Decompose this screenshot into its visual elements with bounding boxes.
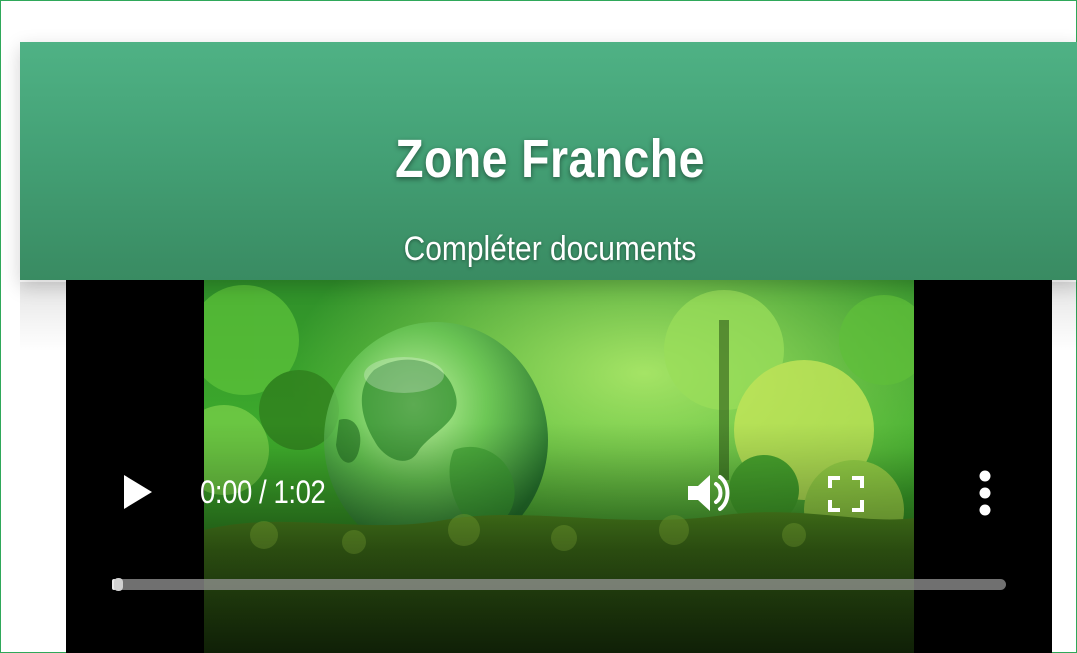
page-header: Zone Franche Compléter documents xyxy=(20,42,1077,280)
controls-overlay xyxy=(66,423,1052,653)
volume-icon xyxy=(688,475,730,511)
play-icon xyxy=(124,475,152,509)
progress-bar[interactable] xyxy=(112,578,1006,591)
more-vertical-icon xyxy=(979,470,991,516)
video-player[interactable]: 0:00 / 1:02 xyxy=(66,280,1052,653)
more-options-button[interactable] xyxy=(970,466,1000,520)
play-button[interactable] xyxy=(118,472,158,512)
fullscreen-button[interactable] xyxy=(826,474,866,514)
progress-handle[interactable] xyxy=(114,578,124,591)
time-display: 0:00 / 1:02 xyxy=(200,474,326,510)
volume-button[interactable] xyxy=(684,470,736,516)
page-subtitle: Compléter documents xyxy=(403,230,697,268)
fullscreen-icon xyxy=(828,476,864,512)
page-title: Zone Franche xyxy=(395,129,705,189)
